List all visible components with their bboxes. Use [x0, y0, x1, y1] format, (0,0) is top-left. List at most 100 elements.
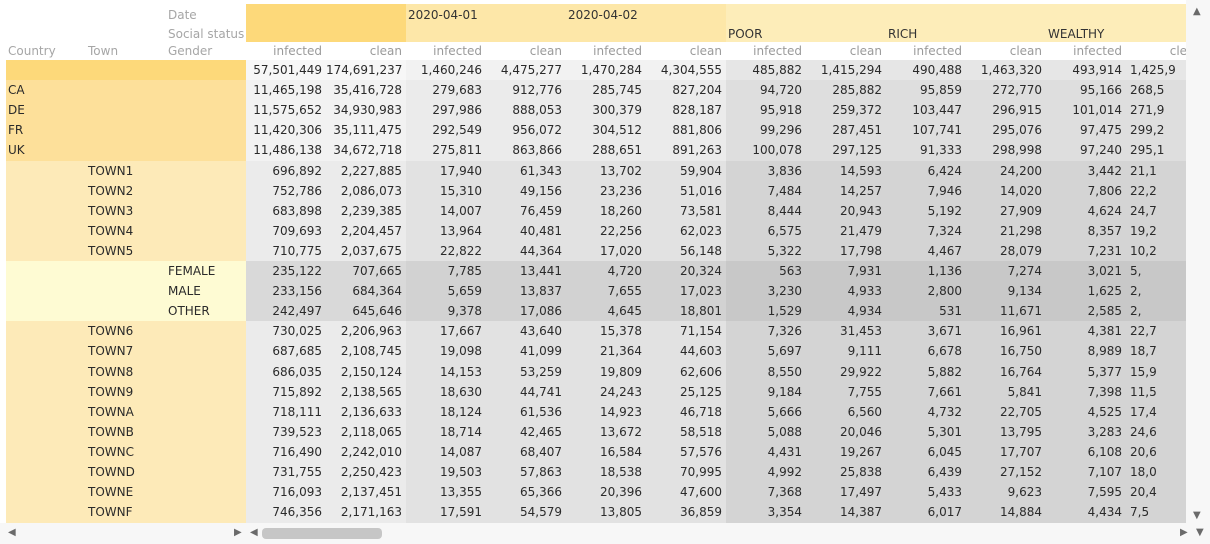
table-cell[interactable]: 709,693	[246, 220, 326, 242]
table-cell[interactable]: 2,086,073	[326, 180, 406, 202]
table-cell[interactable]: 41,099	[486, 341, 566, 362]
row-label-gender[interactable]: MALE	[168, 281, 201, 301]
date-header-2[interactable]: 2020-04-02	[568, 8, 638, 22]
table-cell[interactable]: 44,364	[486, 240, 566, 262]
table-cell[interactable]: 94,720	[726, 80, 806, 101]
table-cell[interactable]: 11,5	[1126, 381, 1186, 403]
metric-header-infected[interactable]: infected	[886, 44, 962, 60]
table-cell[interactable]: 5,	[1126, 261, 1186, 282]
town-dim-label[interactable]: Town	[88, 44, 118, 58]
table-cell[interactable]: 18,714	[406, 421, 486, 443]
table-cell[interactable]: 7,785	[406, 261, 486, 282]
row-label-town[interactable]: TOWN7	[88, 341, 133, 361]
metric-header-infected[interactable]: infected	[566, 44, 642, 60]
table-cell[interactable]: 70,995	[646, 462, 726, 483]
table-cell[interactable]: 5,088	[726, 421, 806, 443]
table-cell[interactable]: 2,	[1126, 301, 1186, 322]
table-cell[interactable]: 61,536	[486, 401, 566, 423]
table-cell[interactable]: 28,079	[966, 240, 1046, 262]
table-cell[interactable]: 2,118,065	[326, 421, 406, 443]
table-cell[interactable]: 912,776	[486, 80, 566, 101]
table-cell[interactable]: 18,260	[566, 200, 646, 222]
scroll-left-arrow-icon[interactable]: ◀	[8, 527, 16, 538]
table-cell[interactable]: 2,250,423	[326, 462, 406, 483]
row-label-country[interactable]: UK	[8, 140, 25, 160]
table-cell[interactable]: 18,538	[566, 462, 646, 483]
table-cell[interactable]: 275,811	[406, 140, 486, 161]
table-cell[interactable]: 101,014	[1046, 100, 1126, 121]
table-cell[interactable]: 7,655	[566, 281, 646, 302]
table-cell[interactable]: 3,230	[726, 281, 806, 302]
table-cell[interactable]: 4,732	[886, 401, 966, 423]
table-cell[interactable]: 730,025	[246, 321, 326, 342]
table-cell[interactable]: 29,922	[806, 361, 886, 383]
table-cell[interactable]: 299,2	[1126, 120, 1186, 141]
row-label-town[interactable]: TOWN5	[88, 241, 133, 261]
table-cell[interactable]: 297,986	[406, 100, 486, 121]
table-cell[interactable]: 8,444	[726, 200, 806, 222]
status-header-poor[interactable]: POOR	[728, 27, 762, 41]
table-cell[interactable]: 5,697	[726, 341, 806, 362]
table-cell[interactable]: 42,465	[486, 421, 566, 443]
table-cell[interactable]: 298,998	[966, 140, 1046, 161]
table-cell[interactable]: 6,560	[806, 401, 886, 423]
table-cell[interactable]: 17,023	[646, 281, 726, 302]
table-cell[interactable]: 3,021	[1046, 261, 1126, 282]
table-cell[interactable]: 287,451	[806, 120, 886, 141]
table-cell[interactable]: 686,035	[246, 361, 326, 383]
table-cell[interactable]: 27,909	[966, 200, 1046, 222]
table-cell[interactable]: 268,5	[1126, 80, 1186, 101]
table-cell[interactable]: 5,882	[886, 361, 966, 383]
row-label-town[interactable]: TOWNB	[88, 422, 134, 442]
row-label-town[interactable]: TOWN6	[88, 321, 133, 341]
table-cell[interactable]: 36,859	[646, 502, 726, 523]
table-cell[interactable]: 4,467	[886, 240, 966, 262]
table-cell[interactable]: 44,741	[486, 381, 566, 403]
row-label-town[interactable]: TOWN8	[88, 362, 133, 382]
table-cell[interactable]: 18,630	[406, 381, 486, 403]
table-cell[interactable]: 24,200	[966, 160, 1046, 182]
table-cell[interactable]: 20,6	[1126, 441, 1186, 463]
table-cell[interactable]: 2,239,385	[326, 200, 406, 222]
table-cell[interactable]: 20,943	[806, 200, 886, 222]
table-cell[interactable]: 531	[886, 301, 966, 322]
table-cell[interactable]: 7,755	[806, 381, 886, 403]
table-cell[interactable]: 19,2	[1126, 220, 1186, 242]
table-cell[interactable]: 297,125	[806, 140, 886, 161]
table-cell[interactable]: 295,1	[1126, 140, 1186, 161]
table-cell[interactable]: 2,171,163	[326, 502, 406, 523]
table-cell[interactable]: 716,490	[246, 441, 326, 463]
metric-header-clean[interactable]: clean	[806, 44, 882, 60]
table-cell[interactable]: 46,718	[646, 401, 726, 423]
table-cell[interactable]: 828,187	[646, 100, 726, 121]
table-cell[interactable]: 683,898	[246, 200, 326, 222]
table-cell[interactable]: 13,355	[406, 482, 486, 503]
table-cell[interactable]: 95,166	[1046, 80, 1126, 101]
table-cell[interactable]: 6,108	[1046, 441, 1126, 463]
table-cell[interactable]: 295,076	[966, 120, 1046, 141]
row-label-town[interactable]: TOWN9	[88, 382, 133, 402]
table-cell[interactable]: 2,242,010	[326, 441, 406, 463]
table-cell[interactable]: 279,683	[406, 80, 486, 101]
table-cell[interactable]: 707,665	[326, 261, 406, 282]
table-cell[interactable]: 57,863	[486, 462, 566, 483]
table-cell[interactable]: 296,915	[966, 100, 1046, 121]
table-cell[interactable]: 107,741	[886, 120, 966, 141]
table-cell[interactable]: 99,296	[726, 120, 806, 141]
table-cell[interactable]: 5,301	[886, 421, 966, 443]
table-cell[interactable]: 17,086	[486, 301, 566, 322]
row-label-gender[interactable]: OTHER	[168, 301, 210, 321]
frozen-scroll-right-arrow-icon[interactable]: ▶	[234, 527, 242, 538]
table-cell[interactable]: 6,678	[886, 341, 966, 362]
table-cell[interactable]: 11,671	[966, 301, 1046, 322]
horizontal-scroll-thumb[interactable]	[262, 528, 382, 539]
metric-header-infected[interactable]: infected	[246, 44, 322, 60]
table-cell[interactable]: 7,484	[726, 180, 806, 202]
table-cell[interactable]: 6,424	[886, 160, 966, 182]
table-cell[interactable]: 292,549	[406, 120, 486, 141]
table-cell[interactable]: 2,108,745	[326, 341, 406, 362]
table-cell[interactable]: 1,463,320	[966, 60, 1046, 81]
table-cell[interactable]: 13,672	[566, 421, 646, 443]
row-label-town[interactable]: TOWN2	[88, 181, 133, 201]
table-cell[interactable]: 54,579	[486, 502, 566, 523]
